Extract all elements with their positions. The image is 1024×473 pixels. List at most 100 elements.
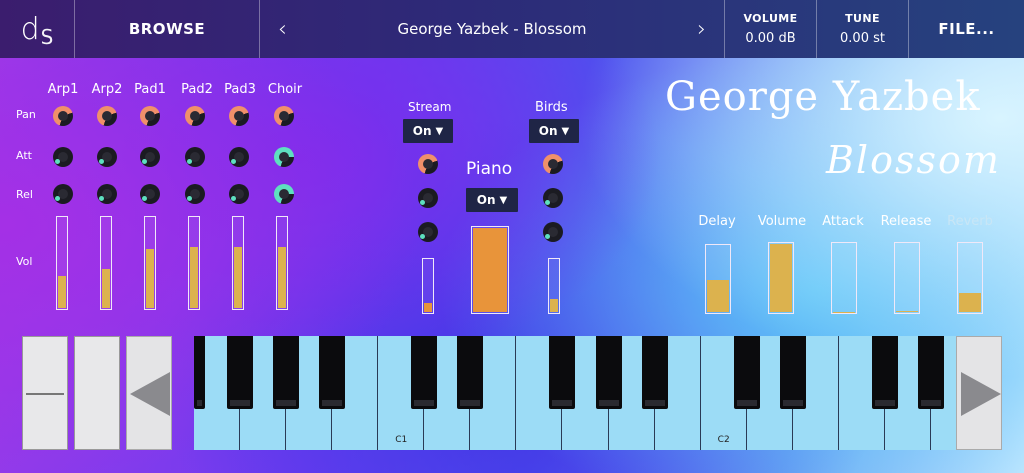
vol-slider-pad2[interactable] — [188, 216, 200, 310]
birds-knob-2[interactable] — [543, 188, 563, 208]
vol-fill — [278, 246, 286, 308]
black-key[interactable] — [871, 336, 898, 409]
c1-key-label: C1 — [395, 435, 408, 445]
rel-knob-pad3[interactable] — [229, 184, 249, 204]
chevron-down-icon: ▼ — [435, 125, 444, 137]
pan-knob-arp1[interactable] — [53, 106, 73, 126]
top-bar: d S BROWSE ‹ George Yazbek - Blossom › V… — [0, 0, 1024, 58]
black-key[interactable] — [549, 336, 576, 409]
rel-knob-pad1[interactable] — [140, 184, 160, 204]
piano-dropdown[interactable]: On ▼ — [466, 188, 518, 212]
piano-state: On — [476, 193, 496, 207]
chevron-left-icon[interactable]: ‹ — [278, 17, 287, 42]
vol-slider-choir[interactable] — [276, 216, 288, 310]
file-menu-button[interactable]: FILE... — [909, 0, 1024, 58]
black-key[interactable] — [194, 336, 205, 409]
vol-fill — [190, 247, 198, 308]
mod-wheel[interactable] — [74, 336, 120, 450]
att-knob-pad3[interactable] — [229, 147, 249, 167]
pan-knob-choir[interactable] — [274, 106, 294, 126]
octave-down-button[interactable] — [126, 336, 172, 450]
att-knob-pad1[interactable] — [140, 147, 160, 167]
black-key[interactable] — [273, 336, 300, 409]
channel-label-arp2: Arp2 — [91, 82, 123, 97]
chevron-down-icon: ▼ — [499, 194, 508, 206]
octave-up-button[interactable] — [956, 336, 1002, 450]
black-key[interactable] — [227, 336, 254, 409]
black-key[interactable] — [917, 336, 944, 409]
stream-dropdown[interactable]: On ▼ — [403, 119, 453, 143]
triangle-right-icon — [961, 372, 1001, 416]
chevron-right-icon[interactable]: › — [697, 17, 706, 42]
pitch-wheel[interactable] — [22, 336, 68, 450]
fx-slider-release[interactable] — [894, 242, 920, 314]
preset-name: George Yazbek - Blossom — [397, 20, 587, 38]
black-key[interactable] — [319, 336, 346, 409]
rel-knob-choir[interactable] — [274, 184, 294, 204]
stream-knob-3[interactable] — [418, 222, 438, 242]
vol-fill — [102, 268, 110, 308]
tune-label: TUNE — [845, 12, 880, 25]
vol-slider-arp1[interactable] — [56, 216, 68, 310]
birds-dropdown[interactable]: On ▼ — [529, 119, 579, 143]
black-key[interactable] — [733, 336, 760, 409]
pan-knob-pad3[interactable] — [229, 106, 249, 126]
pan-knob-pad2[interactable] — [185, 106, 205, 126]
volume-label: VOLUME — [743, 12, 798, 25]
att-knob-choir[interactable] — [274, 147, 294, 167]
rel-knob-pad2[interactable] — [185, 184, 205, 204]
stream-knob-2[interactable] — [418, 188, 438, 208]
black-key[interactable] — [779, 336, 806, 409]
pan-knob-arp2[interactable] — [97, 106, 117, 126]
birds-vol-slider[interactable] — [548, 258, 560, 314]
att-knob-arp1[interactable] — [53, 147, 73, 167]
vol-fill — [146, 249, 154, 308]
fx-slider-delay[interactable] — [705, 244, 731, 314]
fx-label-delay: Delay — [698, 214, 736, 229]
att-row-label: Att — [16, 149, 32, 162]
volume-readout[interactable]: VOLUME 0.00 dB — [725, 0, 817, 58]
vol-fill — [424, 303, 432, 312]
vol-slider-pad1[interactable] — [144, 216, 156, 310]
rel-knob-arp2[interactable] — [97, 184, 117, 204]
piano-label: Piano — [466, 159, 513, 179]
fx-label-reverb: Reverb — [947, 214, 993, 229]
c2-key-label: C2 — [717, 435, 730, 445]
piano-keyboard: C1 C2 — [194, 336, 977, 450]
browse-button[interactable]: BROWSE — [75, 0, 260, 58]
black-key[interactable] — [641, 336, 668, 409]
birds-knob-3[interactable] — [543, 222, 563, 242]
birds-knob-1[interactable] — [543, 154, 563, 174]
black-key[interactable] — [595, 336, 622, 409]
black-key[interactable] — [457, 336, 484, 409]
pitch-wheel-center-line — [26, 393, 64, 395]
black-key[interactable] — [411, 336, 438, 409]
att-knob-pad2[interactable] — [185, 147, 205, 167]
channel-label-arp1: Arp1 — [47, 82, 79, 97]
chevron-down-icon: ▼ — [561, 125, 570, 137]
birds-state: On — [538, 124, 558, 138]
fx-slider-attack[interactable] — [831, 242, 857, 314]
vol-slider-pad3[interactable] — [232, 216, 244, 310]
fx-slider-volume[interactable] — [768, 242, 794, 314]
vol-fill — [473, 228, 507, 312]
vol-fill — [234, 247, 242, 308]
vol-slider-arp2[interactable] — [100, 216, 112, 310]
rel-knob-arp1[interactable] — [53, 184, 73, 204]
stream-knob-1[interactable] — [418, 154, 438, 174]
instrument-title: Blossom — [826, 138, 1001, 182]
stream-vol-slider[interactable] — [422, 258, 434, 314]
tune-readout[interactable]: TUNE 0.00 st — [817, 0, 909, 58]
fx-fill — [896, 310, 918, 312]
triangle-left-icon — [130, 372, 170, 416]
piano-vol-slider[interactable] — [471, 226, 509, 314]
preset-selector: ‹ George Yazbek - Blossom › — [260, 0, 725, 58]
fx-label-attack: Attack — [822, 214, 864, 229]
channel-label-pad2: Pad2 — [181, 82, 213, 97]
att-knob-arp2[interactable] — [97, 147, 117, 167]
logo: d S — [0, 0, 75, 58]
pan-knob-pad1[interactable] — [140, 106, 160, 126]
pan-row-label: Pan — [16, 108, 36, 121]
tune-value: 0.00 st — [840, 31, 885, 46]
fx-slider-reverb[interactable] — [957, 242, 983, 314]
